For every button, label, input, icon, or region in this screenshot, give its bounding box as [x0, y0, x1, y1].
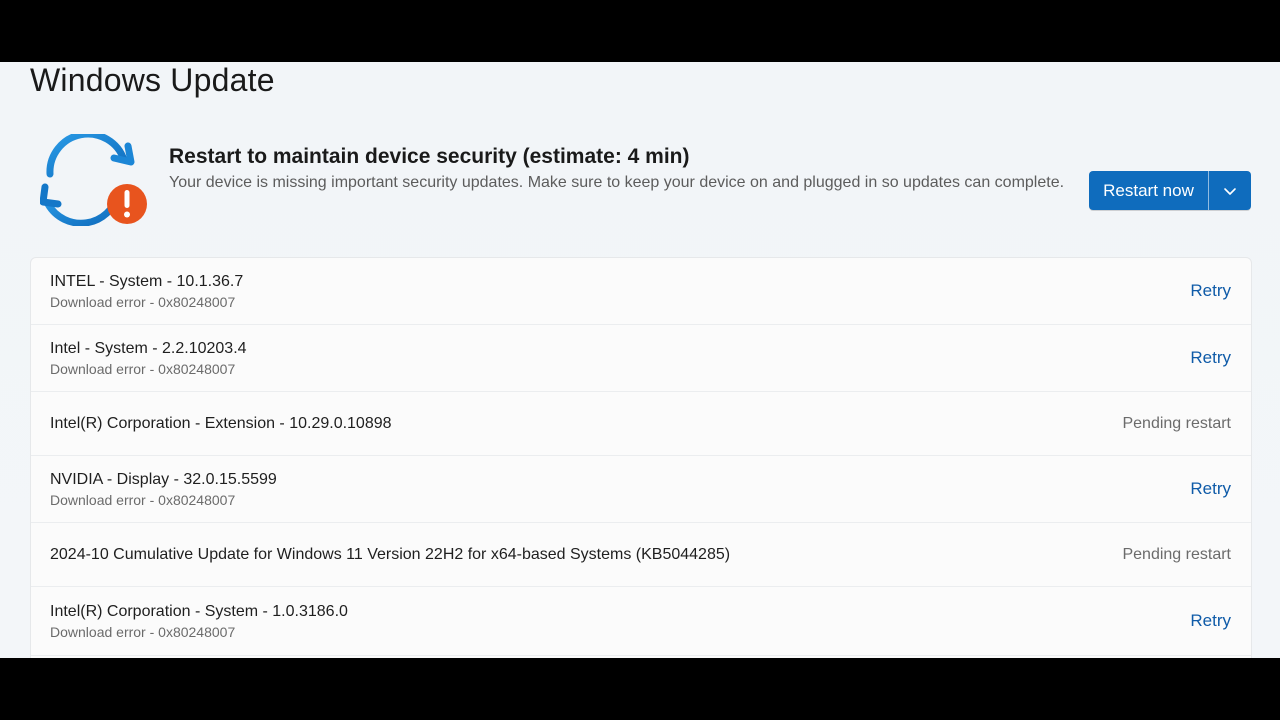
- update-name: Intel(R) Corporation - System - 1.0.3186…: [50, 602, 348, 620]
- list-item: NVIDIA - Display - 32.0.15.5599 Download…: [31, 456, 1251, 523]
- update-name: NVIDIA - Display - 32.0.15.5599: [50, 470, 277, 488]
- restart-split-button[interactable]: Restart now: [1089, 171, 1251, 210]
- list-item: Intel(R) Corporation - Extension - 10.29…: [31, 392, 1251, 456]
- retry-button[interactable]: Retry: [1190, 281, 1231, 301]
- page-title: Windows Update: [30, 62, 275, 98]
- sync-alert-icon: [39, 130, 150, 227]
- pending-restart-label: Pending restart: [1122, 545, 1231, 563]
- retry-button[interactable]: Retry: [1190, 479, 1231, 499]
- update-status: Download error - 0x80248007: [50, 623, 236, 640]
- updates-list: INTEL - System - 10.1.36.7 Download erro…: [30, 257, 1252, 658]
- update-name: 2024-10 Cumulative Update for Windows 11…: [50, 545, 731, 563]
- restart-options-button[interactable]: [1209, 171, 1251, 210]
- list-item: 2024-10 Cumulative Update for Windows 11…: [31, 523, 1251, 587]
- restart-now-button[interactable]: Restart now: [1089, 171, 1208, 210]
- pending-restart-label: Pending restart: [1122, 414, 1231, 432]
- chevron-down-icon: [1224, 187, 1236, 195]
- retry-button[interactable]: Retry: [1190, 611, 1231, 631]
- update-status: Download error - 0x80248007: [50, 360, 236, 377]
- list-item: Intel - System - 2.2.10203.4 Download er…: [31, 325, 1251, 392]
- update-status: Download error - 0x80248007: [50, 293, 236, 310]
- update-name: INTEL - System - 10.1.36.7: [50, 272, 244, 290]
- windows-update-screen: Windows Update Restart to maintain devic…: [0, 62, 1280, 658]
- list-item: Intel(R) Corporation - System - 1.0.3186…: [31, 587, 1251, 656]
- update-name: Intel - System - 2.2.10203.4: [50, 339, 247, 357]
- update-status: Download error - 0x80248007: [50, 491, 236, 508]
- list-item: INTEL - System - 10.1.36.7 Download erro…: [31, 258, 1251, 325]
- update-name: Intel(R) Corporation - Extension - 10.29…: [50, 414, 392, 432]
- banner-description: Your device is missing important securit…: [169, 174, 1065, 191]
- retry-button[interactable]: Retry: [1190, 348, 1231, 368]
- banner-title: Restart to maintain device security (est…: [169, 145, 690, 168]
